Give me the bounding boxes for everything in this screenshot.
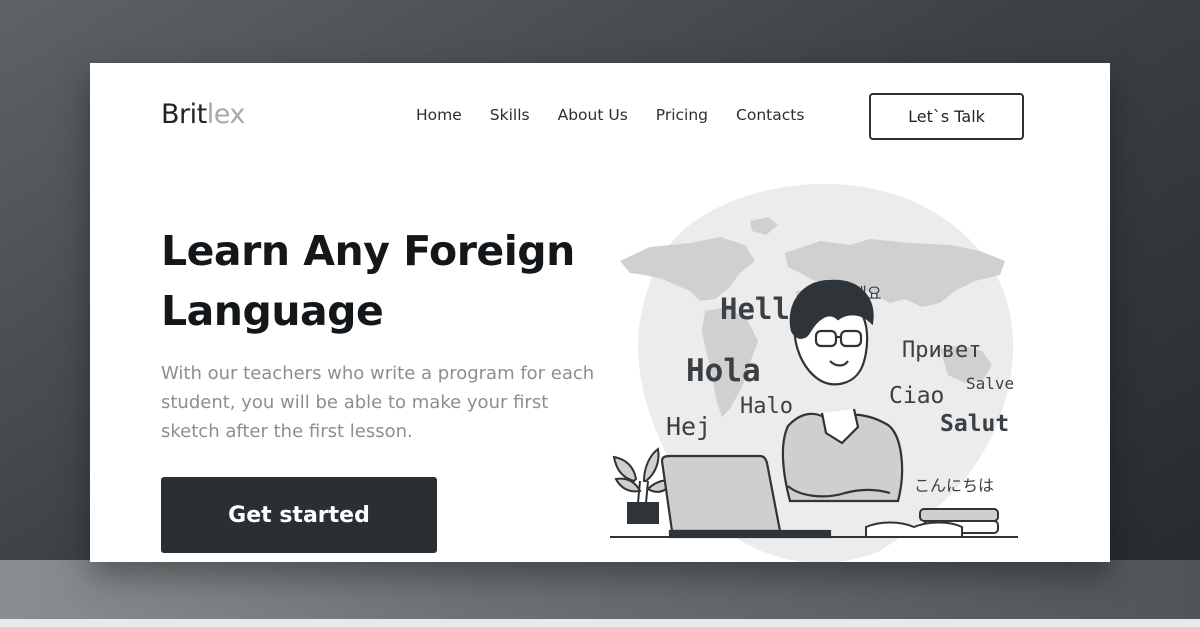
main-nav: Home Skills About Us Pricing Contacts — [416, 106, 804, 124]
word-halo: Halo — [740, 394, 793, 419]
word-ciao: Ciao — [889, 383, 944, 409]
nav-item-home[interactable]: Home — [416, 106, 462, 124]
get-started-button[interactable]: Get started — [161, 477, 437, 553]
nav-item-pricing[interactable]: Pricing — [656, 106, 708, 124]
brand-name-main: Brit — [161, 99, 207, 130]
hero-illustration: Hello 안녕하세요 Привет Hola Halo Ciao Salve … — [610, 181, 1030, 562]
word-salve: Salve — [966, 374, 1014, 393]
hero-title-line1: Learn Any Foreign — [161, 227, 575, 275]
nav-item-skills[interactable]: Skills — [490, 106, 530, 124]
word-privet: Привет — [902, 338, 981, 363]
background-floor — [0, 560, 1200, 627]
lets-talk-button[interactable]: Let`s Talk — [869, 93, 1024, 140]
language-learner-illustration: Hello 안녕하세요 Привет Hola Halo Ciao Salve … — [610, 183, 1018, 562]
hero-title: Learn Any Foreign Language — [161, 221, 621, 341]
word-hola: Hola — [686, 353, 761, 389]
hero-subtitle: With our teachers who write a program fo… — [161, 363, 595, 442]
word-salut: Salut — [940, 411, 1009, 437]
word-hej: Hej — [666, 412, 711, 441]
nav-item-about-us[interactable]: About Us — [558, 106, 628, 124]
brand-name-accent: lex — [206, 99, 246, 130]
landing-card: Britlex Home Skills About Us Pricing Con… — [90, 63, 1110, 562]
nav-item-contacts[interactable]: Contacts — [736, 106, 804, 124]
hero-title-line2: Language — [161, 287, 384, 335]
brand-logo[interactable]: Britlex — [161, 99, 245, 130]
word-japanese: こんにちは — [914, 476, 994, 495]
